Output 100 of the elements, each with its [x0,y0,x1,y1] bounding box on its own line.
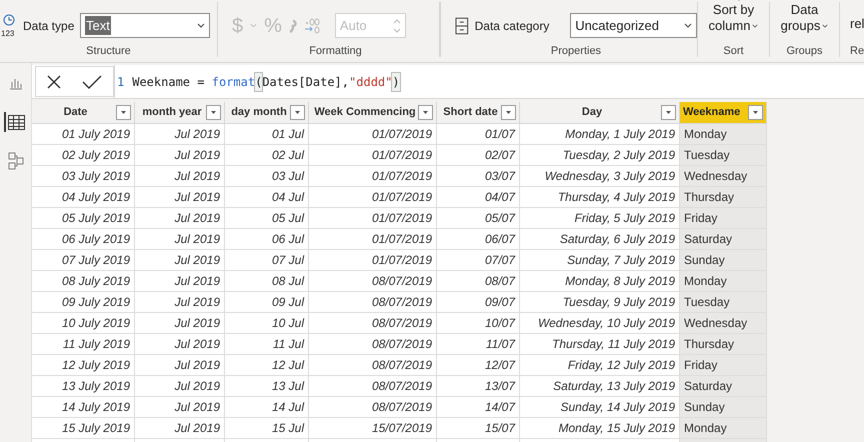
cancel-icon[interactable] [46,74,61,88]
column-header[interactable]: Day [520,102,680,124]
data-view-icon[interactable] [4,112,28,132]
table-cell: Thursday [680,187,767,208]
currency-label: $ [232,14,244,38]
table-cell: 14 Jul [225,397,309,418]
table-cell: 07 July 2019 [32,250,135,271]
column-header[interactable]: Week Commencing [309,102,437,124]
table-cell: Friday [680,355,767,376]
table-cell: Monday, 8 July 2019 [520,271,680,292]
table-cell: Jul 2019 [135,187,225,208]
column-header[interactable]: month year [135,102,225,124]
table-cell: Jul 2019 [135,334,225,355]
table-cell: Jul 2019 [135,397,225,418]
table-cell: Friday, 12 July 2019 [520,355,680,376]
filter-dropdown-icon[interactable] [748,105,763,120]
spin-icon [392,18,401,34]
table-cell: 11/07 [437,334,520,355]
table-cell: Jul 2019 [135,166,225,187]
table-cell: Saturday [680,229,767,250]
dropdown[interactable]: Uncategorized [570,13,697,38]
table-cell: Monday, 15 July 2019 [520,418,680,439]
table-cell: 13/07 [437,376,520,397]
table-cell: 11 Jul [225,334,309,355]
table-cell: Jul 2019 [135,250,225,271]
table-cell: 08 Jul [225,271,309,292]
column-header[interactable]: day month [225,102,309,124]
table-cell: 01/07/2019 [309,145,437,166]
relationships-button[interactable]: rel [850,2,864,43]
table-cell: Jul 2019 [135,271,225,292]
table-cell: 06 July 2019 [32,229,135,250]
table-cell: 10 July 2019 [32,313,135,334]
chevron-icon [822,24,828,28]
table-cell: Saturday [680,376,767,397]
table-cell: Sunday [680,250,767,271]
table-cell: Monday, 1 July 2019 [520,124,680,145]
table-cell: Sunday, 14 July 2019 [520,397,680,418]
filter-dropdown-icon[interactable] [290,105,305,120]
table-cell: Jul 2019 [135,376,225,397]
table-cell: 03 July 2019 [32,166,135,187]
table-cell: Sunday, 7 July 2019 [520,250,680,271]
table-cell: Thursday, 4 July 2019 [520,187,680,208]
column-header[interactable]: Date [32,102,135,124]
group-label: Sort [722,44,745,57]
table-cell: Jul 2019 [135,355,225,376]
table-cell: Saturday, 13 July 2019 [520,376,680,397]
spin-field: Auto [334,13,406,38]
chevron-icon [250,23,258,28]
table-cell: Wednesday [680,313,767,334]
table-cell: 05 Jul [225,208,309,229]
field-label: Data type [23,18,76,34]
table-cell: 12/07 [437,355,520,376]
filter-dropdown-icon[interactable] [206,105,221,120]
table-cell: Tuesday [680,292,767,313]
table-cell: 04 July 2019 [32,187,135,208]
group-label: Structure [85,44,132,57]
table-cell: 07 Jul [225,250,309,271]
table-cell: 08/07/2019 [309,334,437,355]
table-cell: 08/07/2019 [309,313,437,334]
table-cell: 04/07 [437,187,520,208]
percent-label: % [264,14,282,38]
table-cell: 08/07/2019 [309,397,437,418]
table-cell: Jul 2019 [135,208,225,229]
filter-dropdown-icon[interactable] [418,105,433,120]
table-cell: 03/07 [437,166,520,187]
table-cell: 02 Jul [225,145,309,166]
sort-by-column-button[interactable]: Sort by column [698,0,769,34]
filter-dropdown-icon[interactable] [501,105,516,120]
table-cell: 01/07/2019 [309,208,437,229]
table-cell: 01/07/2019 [309,187,437,208]
checkmark-icon[interactable] [82,74,102,88]
table-cell: 15/07 [437,418,520,439]
column-header[interactable]: Weekname [680,102,767,124]
table-cell: 08/07/2019 [309,355,437,376]
column-header[interactable]: Short date [437,102,520,124]
data-groups-button[interactable]: Data groups [770,0,839,34]
group-label: Re [850,44,864,57]
table-cell: Tuesday, 9 July 2019 [520,292,680,313]
table-cell: Friday [680,208,767,229]
table-cell: 09 Jul [225,292,309,313]
table-cell: 01/07/2019 [309,229,437,250]
table-cell: Tuesday, 2 July 2019 [520,145,680,166]
group-label: Groups [785,44,824,57]
table-cell: 14/07 [437,397,520,418]
table-cell: Wednesday, 3 July 2019 [520,166,680,187]
decimal-icon [304,16,320,34]
table-cell: 02 July 2019 [32,145,135,166]
table-cell: 15 July 2019 [32,418,135,439]
chevron-icon [197,23,205,28]
table-cell: 12 Jul [225,355,309,376]
dropdown[interactable]: Text [80,13,210,38]
filter-dropdown-icon[interactable] [116,105,131,120]
table-cell: 12 July 2019 [32,355,135,376]
table-cell: 13 July 2019 [32,376,135,397]
table-cell: 02/07 [437,145,520,166]
table-cell: 15/07/2019 [309,418,437,439]
table-cell: 06 Jul [225,229,309,250]
table-cell: Sunday [680,397,767,418]
filter-dropdown-icon[interactable] [661,105,676,120]
table-cell: Jul 2019 [135,313,225,334]
